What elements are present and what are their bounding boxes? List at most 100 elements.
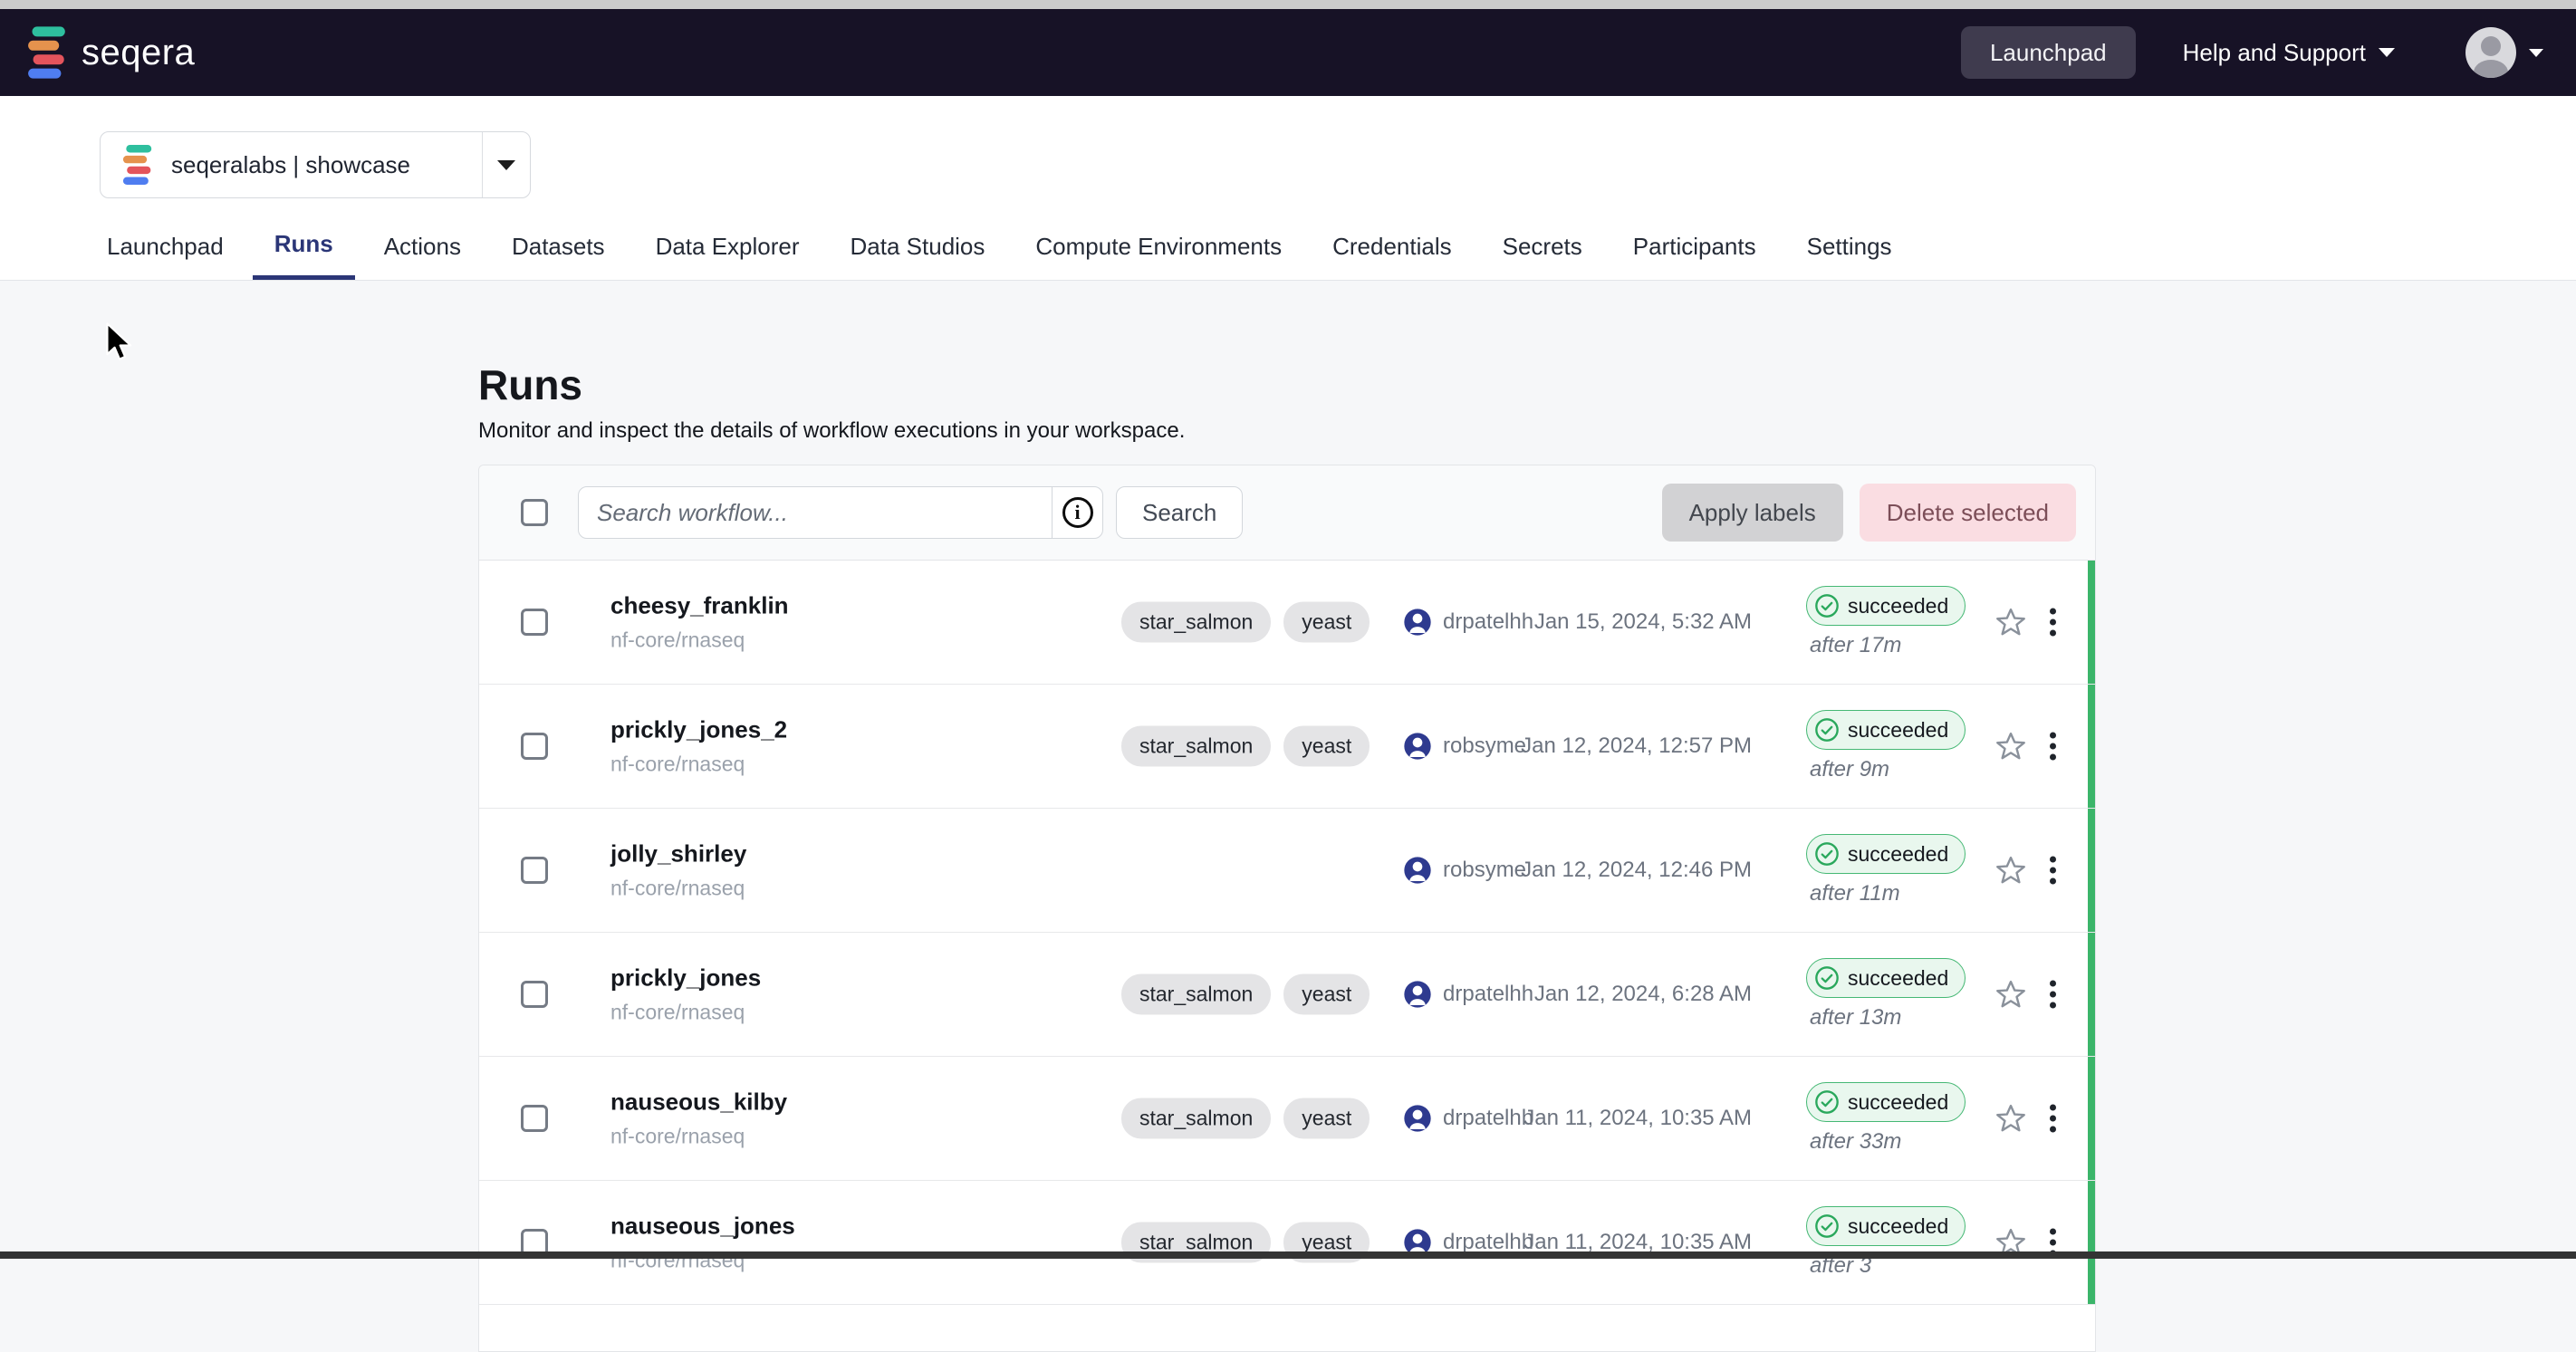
- row-menu-button[interactable]: [2044, 603, 2062, 642]
- status-text: succeeded: [1848, 966, 1948, 991]
- run-name-block: jolly_shirley nf-core/rnaseq: [610, 840, 746, 901]
- search-input[interactable]: [579, 487, 1052, 538]
- search-info-button[interactable]: i: [1052, 487, 1102, 538]
- label-pill[interactable]: star_salmon: [1121, 602, 1271, 643]
- run-repo: nf-core/rnaseq: [610, 877, 746, 901]
- label-pill[interactable]: star_salmon: [1121, 974, 1271, 1015]
- run-row[interactable]: cheesy_franklin nf-core/rnaseq star_salm…: [479, 561, 2095, 685]
- browser-top-edge: [0, 0, 2576, 9]
- row-menu-button[interactable]: [2044, 851, 2062, 890]
- run-name[interactable]: nauseous_jones: [610, 1213, 795, 1241]
- chevron-down-icon: [2529, 49, 2543, 57]
- apply-labels-button[interactable]: Apply labels: [1662, 484, 1843, 542]
- tab-settings[interactable]: Settings: [1785, 213, 1914, 280]
- run-row[interactable]: prickly_jones_2 nf-core/rnaseq star_salm…: [479, 685, 2095, 809]
- row-checkbox[interactable]: [521, 981, 548, 1008]
- status-badge: succeeded: [1806, 1082, 1966, 1122]
- help-and-support-menu[interactable]: Help and Support: [2183, 39, 2395, 67]
- search-button[interactable]: Search: [1116, 486, 1243, 539]
- seqera-brand[interactable]: seqera: [27, 26, 195, 79]
- user-menu[interactable]: [2465, 27, 2543, 78]
- workspace-logo-icon: [122, 145, 153, 185]
- check-circle-icon: [1814, 841, 1840, 867]
- run-name[interactable]: prickly_jones_2: [610, 716, 787, 744]
- status-badge: succeeded: [1806, 834, 1966, 874]
- row-checkbox[interactable]: [521, 733, 548, 760]
- page-subtitle: Monitor and inspect the details of workf…: [478, 418, 1185, 444]
- label-pill[interactable]: yeast: [1283, 602, 1370, 643]
- workspace-name: seqeralabs | showcase: [171, 151, 410, 179]
- star-icon[interactable]: [1995, 607, 2026, 638]
- tab-actions[interactable]: Actions: [362, 213, 483, 280]
- star-icon[interactable]: [1995, 1103, 2026, 1134]
- run-date: Jan 12, 2024, 12:57 PM: [1516, 734, 1752, 759]
- run-name-block: prickly_jones nf-core/rnaseq: [610, 964, 761, 1025]
- run-repo: nf-core/rnaseq: [610, 1001, 761, 1025]
- label-pill[interactable]: star_salmon: [1121, 1098, 1271, 1139]
- workspace-selector[interactable]: seqeralabs | showcase: [100, 131, 531, 198]
- tab-data-explorer[interactable]: Data Explorer: [634, 213, 822, 280]
- row-menu-button[interactable]: [2044, 727, 2062, 766]
- tab-credentials[interactable]: Credentials: [1311, 213, 1474, 280]
- label-pill[interactable]: yeast: [1283, 1098, 1370, 1139]
- user-icon: [1403, 608, 1432, 637]
- tab-secrets[interactable]: Secrets: [1481, 213, 1604, 280]
- tab-launchpad[interactable]: Launchpad: [85, 213, 245, 280]
- run-row[interactable]: jolly_shirley nf-core/rnaseq robsyme Jan…: [479, 809, 2095, 933]
- label-pill[interactable]: yeast: [1283, 726, 1370, 767]
- run-date: Jan 12, 2024, 6:28 AM: [1516, 982, 1752, 1007]
- row-checkbox[interactable]: [521, 609, 548, 636]
- label-pill[interactable]: star_salmon: [1121, 726, 1271, 767]
- user-icon: [1403, 1104, 1432, 1133]
- run-status-block: succeeded after 17m: [1806, 586, 1966, 658]
- check-circle-icon: [1814, 1089, 1840, 1115]
- run-name[interactable]: cheesy_franklin: [610, 592, 789, 620]
- run-row[interactable]: prickly_jones nf-core/rnaseq star_salmon…: [479, 933, 2095, 1057]
- run-duration: after 33m: [1806, 1129, 1901, 1155]
- launchpad-button[interactable]: Launchpad: [1961, 26, 2136, 79]
- star-icon[interactable]: [1995, 855, 2026, 886]
- run-user: robsyme: [1403, 732, 1526, 761]
- run-name[interactable]: jolly_shirley: [610, 840, 746, 868]
- star-icon[interactable]: [1995, 979, 2026, 1010]
- run-date: Jan 15, 2024, 5:32 AM: [1516, 609, 1752, 635]
- tab-data-studios[interactable]: Data Studios: [829, 213, 1007, 280]
- runs-toolbar: i Search Apply labels Delete selected: [479, 465, 2095, 561]
- delete-selected-button[interactable]: Delete selected: [1860, 484, 2076, 542]
- run-row[interactable]: nauseous_jones nf-core/rnaseq star_salmo…: [479, 1181, 2095, 1305]
- star-icon[interactable]: [1995, 731, 2026, 762]
- tab-compute-environments[interactable]: Compute Environments: [1014, 213, 1303, 280]
- tab-runs[interactable]: Runs: [253, 213, 355, 280]
- label-pill[interactable]: yeast: [1283, 974, 1370, 1015]
- run-duration: after 17m: [1806, 633, 1901, 658]
- check-circle-icon: [1814, 965, 1840, 991]
- row-menu-button[interactable]: [2044, 1099, 2062, 1138]
- run-user: robsyme: [1403, 856, 1526, 885]
- row-menu-button[interactable]: [2044, 975, 2062, 1014]
- run-status-block: succeeded after 13m: [1806, 958, 1966, 1031]
- run-name[interactable]: nauseous_kilby: [610, 1088, 787, 1117]
- run-labels: star_salmon yeast: [1121, 726, 1370, 767]
- run-labels: star_salmon yeast: [1121, 974, 1370, 1015]
- user-icon: [1403, 856, 1432, 885]
- status-text: succeeded: [1848, 1214, 1948, 1239]
- run-status-block: succeeded after 3: [1806, 1206, 1966, 1279]
- workspace-selector-toggle[interactable]: [483, 132, 530, 197]
- user-icon: [1403, 732, 1432, 761]
- screen-bottom-edge: [0, 1251, 2576, 1259]
- tab-datasets[interactable]: Datasets: [490, 213, 627, 280]
- run-row[interactable]: nauseous_kilby nf-core/rnaseq star_salmo…: [479, 1057, 2095, 1181]
- mouse-cursor: [101, 322, 138, 364]
- check-circle-icon: [1814, 717, 1840, 743]
- select-all-checkbox[interactable]: [521, 499, 548, 526]
- run-name[interactable]: prickly_jones: [610, 964, 761, 992]
- workspace-header: seqeralabs | showcase Launchpad Runs Act…: [0, 96, 2576, 281]
- run-duration: after 13m: [1806, 1005, 1901, 1031]
- run-status-block: succeeded after 9m: [1806, 710, 1966, 782]
- row-checkbox[interactable]: [521, 1105, 548, 1132]
- tab-participants[interactable]: Participants: [1611, 213, 1778, 280]
- workspace-tabs: Launchpad Runs Actions Datasets Data Exp…: [0, 213, 1914, 280]
- run-repo: nf-core/rnaseq: [610, 1125, 787, 1149]
- chevron-down-icon: [2379, 48, 2395, 57]
- row-checkbox[interactable]: [521, 857, 548, 884]
